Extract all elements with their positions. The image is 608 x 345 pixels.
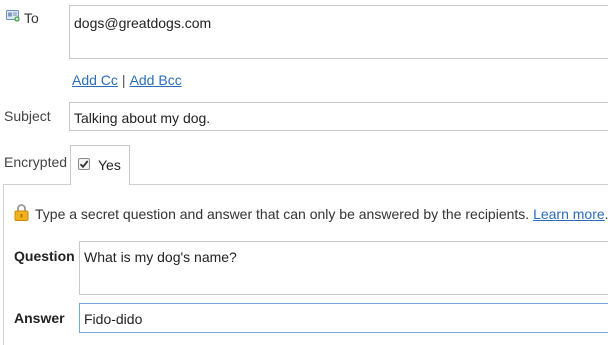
add-bcc-link[interactable]: Add Bcc: [130, 72, 182, 88]
answer-field[interactable]: Fido-dido: [79, 303, 608, 333]
to-field[interactable]: dogs@greatdogs.com: [69, 5, 608, 59]
encrypted-yes-label: Yes: [98, 157, 121, 173]
lock-icon: [14, 203, 29, 221]
secret-info-text: Type a secret question and answer that c…: [35, 206, 608, 222]
subject-label: Subject: [4, 108, 51, 124]
answer-label: Answer: [14, 310, 65, 326]
encrypted-checkbox[interactable]: [78, 158, 90, 170]
question-field-value: What is my dog's name?: [84, 249, 237, 265]
answer-field-value: Fido-dido: [84, 311, 143, 327]
link-separator: |: [121, 72, 126, 88]
add-cc-link[interactable]: Add Cc: [72, 72, 118, 88]
learn-more-link[interactable]: Learn more: [533, 206, 605, 222]
encrypted-tab[interactable]: Yes: [70, 145, 130, 185]
cc-bcc-links: Add Cc | Add Bcc: [72, 72, 182, 88]
to-label: To: [24, 10, 39, 26]
question-label: Question: [14, 248, 75, 264]
encrypted-label: Encrypted: [4, 154, 68, 170]
secret-info-message: Type a secret question and answer that c…: [35, 206, 530, 222]
subject-field-value: Talking about my dog.: [74, 110, 211, 126]
question-field[interactable]: What is my dog's name?: [79, 241, 608, 295]
contact-card-icon[interactable]: [6, 9, 20, 22]
subject-field[interactable]: Talking about my dog.: [69, 102, 608, 131]
checkmark-icon: [79, 160, 89, 169]
to-field-value: dogs@greatdogs.com: [74, 15, 212, 31]
